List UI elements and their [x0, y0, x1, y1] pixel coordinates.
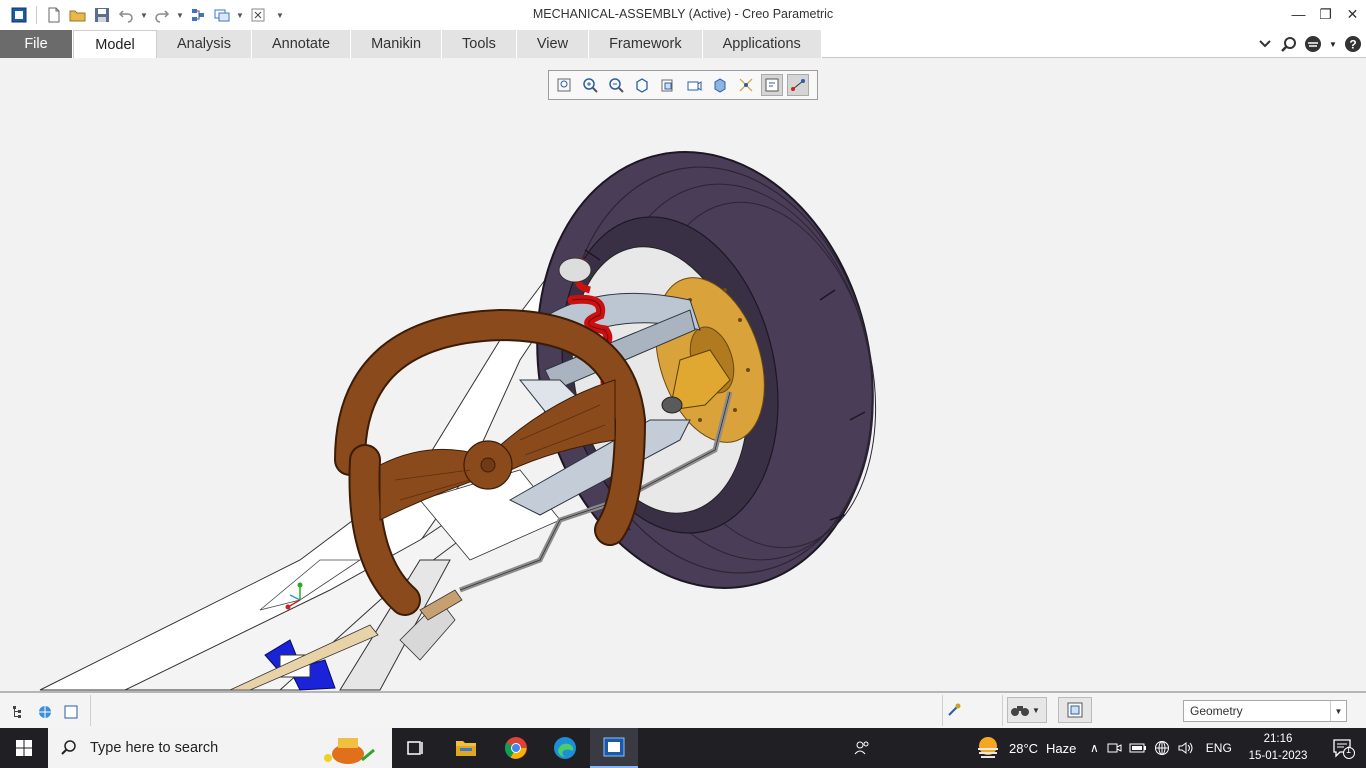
graphics-window[interactable]	[0, 59, 1366, 691]
taskbar-search-placeholder: Type here to search	[90, 740, 219, 756]
festival-pot-icon	[324, 738, 375, 764]
people-icon[interactable]	[840, 728, 884, 768]
selection-filter-chevron-icon: ▼	[1330, 701, 1346, 721]
tab-file[interactable]: File	[0, 30, 73, 58]
ribbon-tabs: File Model Analysis Annotate Manikin Too…	[0, 30, 1366, 58]
undo-icon[interactable]	[115, 4, 137, 26]
haze-sun-icon	[978, 737, 998, 758]
community-icon[interactable]	[1304, 34, 1322, 54]
zoom-out-icon[interactable]	[605, 74, 627, 96]
separator	[36, 6, 37, 24]
selection-mode-button[interactable]: ▼	[1007, 697, 1047, 723]
help-icon[interactable]: ?	[1344, 34, 1362, 54]
selection-filter-select[interactable]: Geometry ▼	[1183, 700, 1347, 722]
view-toolbar	[548, 70, 818, 100]
clock-date: 15-01-2023	[1248, 750, 1308, 762]
repaint-icon[interactable]	[631, 74, 653, 96]
open-folder-icon[interactable]	[67, 4, 89, 26]
language-indicator[interactable]: ENG	[1206, 741, 1232, 755]
system-tray: ∧ ENG	[1090, 728, 1232, 768]
app-menu-icon[interactable]	[8, 4, 30, 26]
clock-time: 21:16	[1263, 733, 1293, 745]
redo-icon[interactable]	[151, 4, 173, 26]
windows-taskbar: Type here to search 28°C Haze ∧ ENG 21:1…	[0, 728, 1366, 768]
ribbon: File Model Analysis Annotate Manikin Too…	[0, 30, 1366, 58]
taskbar-search-box[interactable]: Type here to search	[48, 728, 392, 768]
save-icon[interactable]	[91, 4, 113, 26]
model-viewport[interactable]	[0, 59, 1366, 691]
window-controls: — ❐ ✕	[1285, 0, 1366, 30]
browser-icon[interactable]	[36, 703, 54, 721]
full-screen-icon[interactable]	[62, 703, 80, 721]
named-views-icon[interactable]	[683, 74, 705, 96]
binoculars-icon	[1011, 706, 1029, 716]
close-window-icon[interactable]	[247, 4, 269, 26]
windows-start-icon[interactable]	[0, 728, 48, 768]
saved-orientations-icon[interactable]	[657, 74, 679, 96]
tab-model[interactable]: Model	[73, 30, 157, 58]
file-explorer-icon[interactable]	[442, 728, 490, 768]
datum-display-filters-icon[interactable]	[735, 74, 757, 96]
selection-mode-chevron-icon: ▼	[1032, 705, 1040, 715]
svg-text:?: ?	[1349, 38, 1356, 52]
windows-dropdown-chevron-icon[interactable]: ▼	[235, 4, 245, 26]
task-view-icon[interactable]	[392, 728, 440, 768]
tray-overflow-chevron-icon[interactable]: ∧	[1090, 741, 1099, 755]
weather-description: Haze	[1046, 740, 1077, 756]
restore-icon[interactable]: ❐	[1312, 0, 1339, 28]
notification-count-badge: 1	[1346, 745, 1352, 755]
new-file-icon[interactable]	[43, 4, 65, 26]
select-box-icon	[1067, 702, 1083, 718]
tab-view[interactable]: View	[516, 30, 590, 58]
undo-dropdown-chevron-icon[interactable]: ▼	[139, 4, 149, 26]
annotation-display-icon[interactable]	[761, 74, 783, 96]
smart-select-button[interactable]	[1058, 697, 1092, 723]
display-style-icon[interactable]	[709, 74, 731, 96]
spin-center-icon[interactable]	[787, 74, 809, 96]
tab-framework[interactable]: Framework	[589, 30, 703, 58]
title-bar: ▼ ▼ ▼ ▼ MECHANICAL-ASSEMBLY (Active) - C…	[0, 0, 1366, 30]
search-icon[interactable]	[1280, 34, 1298, 54]
weather-widget[interactable]: 28°C Haze	[975, 728, 1076, 768]
selection-filter-value: Geometry	[1190, 704, 1243, 718]
search-icon	[61, 740, 76, 755]
zoom-in-icon[interactable]	[579, 74, 601, 96]
separator	[942, 695, 943, 726]
chrome-icon[interactable]	[492, 728, 540, 768]
refit-icon[interactable]	[553, 74, 575, 96]
status-bar: ▼ Geometry ▼	[0, 691, 1366, 728]
regenerate-icon[interactable]	[187, 4, 209, 26]
status-left-icons	[10, 703, 80, 721]
battery-icon[interactable]	[1129, 740, 1147, 756]
separator	[90, 695, 91, 726]
customize-qat-chevron-icon[interactable]: ▼	[271, 4, 289, 26]
tab-applications[interactable]: Applications	[702, 30, 822, 58]
minimize-ribbon-chevron-icon[interactable]	[1256, 34, 1274, 54]
edge-icon[interactable]	[541, 728, 589, 768]
volume-icon[interactable]	[1177, 740, 1195, 756]
quick-access-toolbar: ▼ ▼ ▼ ▼	[0, 0, 289, 30]
close-icon[interactable]: ✕	[1339, 0, 1366, 28]
model-tree-icon[interactable]	[10, 703, 28, 721]
tab-tools[interactable]: Tools	[442, 30, 517, 58]
community-dropdown-chevron-icon[interactable]: ▼	[1328, 34, 1338, 54]
minimize-icon[interactable]: —	[1285, 0, 1312, 28]
tab-manikin[interactable]: Manikin	[351, 30, 443, 58]
ribbon-right-controls: ▼ ?	[1256, 32, 1362, 56]
taskbar-clock[interactable]: 21:16 15-01-2023	[1246, 731, 1310, 765]
windows-icon[interactable]	[211, 4, 233, 26]
weather-temperature: 28°C	[1009, 740, 1039, 756]
separator	[1002, 695, 1003, 726]
tab-analysis[interactable]: Analysis	[157, 30, 252, 58]
meet-now-icon[interactable]	[1106, 740, 1122, 756]
redo-dropdown-chevron-icon[interactable]: ▼	[175, 4, 185, 26]
find-icon[interactable]	[946, 702, 964, 720]
tab-annotate[interactable]: Annotate	[252, 30, 352, 58]
creo-taskbar-icon[interactable]	[590, 728, 638, 768]
network-globe-icon[interactable]	[1154, 740, 1170, 756]
notification-center-icon[interactable]: 1	[1320, 728, 1366, 768]
